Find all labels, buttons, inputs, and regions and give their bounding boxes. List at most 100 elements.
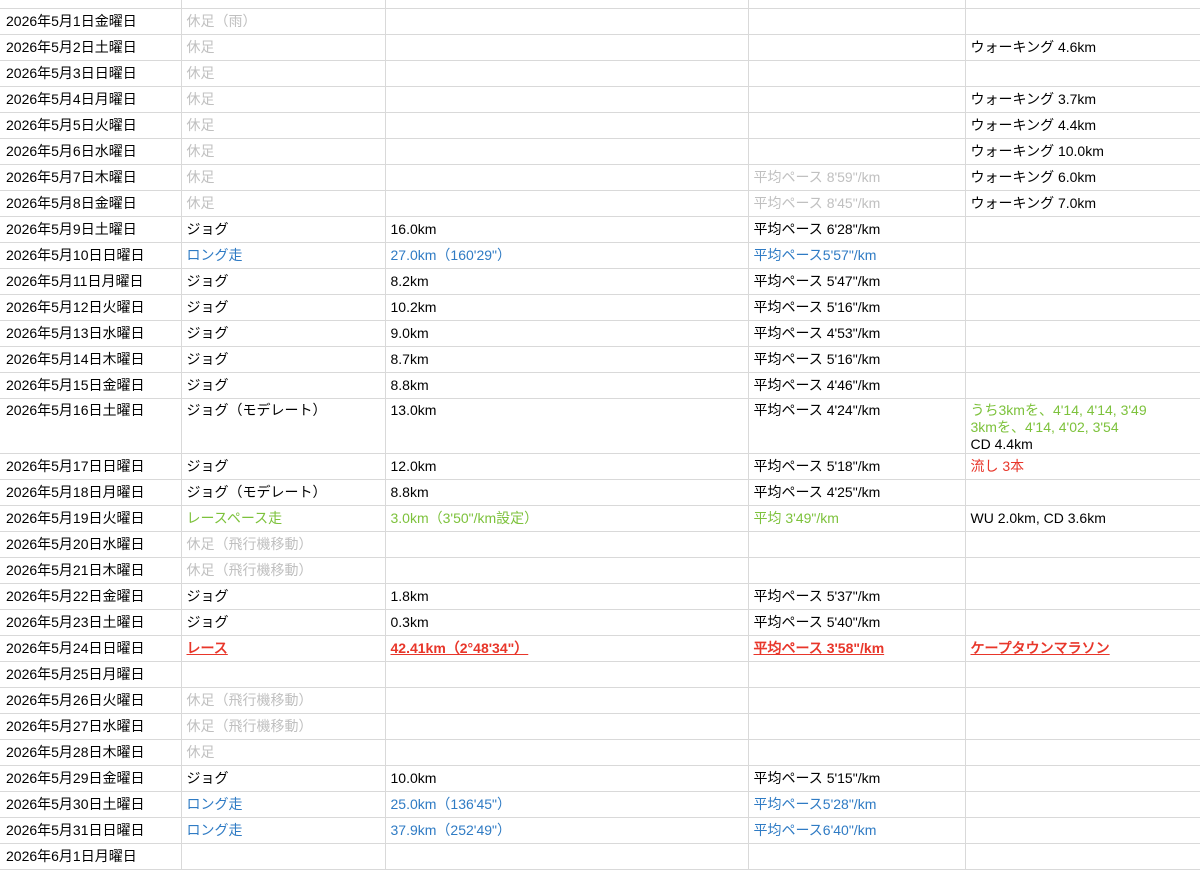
notes-cell[interactable]: 流し 3本 [965,453,1200,480]
activity-cell[interactable]: 休足 [181,60,386,87]
pace-cell[interactable]: 平均ペース6'40"/km [748,817,966,844]
pace-cell[interactable] [748,739,966,766]
activity-cell[interactable]: 休足 [181,190,386,217]
activity-cell[interactable]: ジョグ [181,346,386,373]
distance-cell[interactable]: 0.3km [385,609,749,636]
pace-cell[interactable] [748,557,966,584]
distance-cell[interactable]: 13.0km [385,398,749,454]
notes-cell[interactable] [965,479,1200,506]
activity-cell[interactable]: 休足 [181,164,386,191]
date-cell[interactable]: 2026年5月3日日曜日 [0,60,182,87]
notes-cell[interactable] [965,268,1200,295]
table-row[interactable]: 2026年5月17日日曜日 ジョグ 12.0km 平均ペース 5'18"/km 流し 3… [0,453,1200,480]
date-cell[interactable] [0,0,182,9]
notes-cell[interactable]: うち3kmを、4'14, 4'14, 3'49 3kmを、4'14, 4'02, … [965,398,1200,454]
notes-cell[interactable] [965,242,1200,269]
table-row[interactable]: 2026年5月19日火曜日 レースペース走 3.0km（3'50"/km設定） 平均 … [0,505,1200,532]
distance-cell[interactable]: 42.41km（2°48'34"） [385,635,749,662]
date-cell[interactable]: 2026年5月27日水曜日 [0,713,182,740]
date-cell[interactable]: 2026年5月1日金曜日 [0,8,182,35]
pace-cell[interactable] [748,661,966,688]
activity-cell[interactable]: 休足 [181,86,386,113]
pace-cell[interactable]: 平均ペース 4'25"/km [748,479,966,506]
date-cell[interactable]: 2026年5月8日金曜日 [0,190,182,217]
notes-cell[interactable] [965,294,1200,321]
distance-cell[interactable] [385,112,749,139]
distance-cell[interactable] [385,557,749,584]
pace-cell[interactable]: 平均ペース 5'47"/km [748,268,966,295]
pace-cell[interactable]: 平均ペース 8'59"/km [748,164,966,191]
date-cell[interactable]: 2026年5月18日月曜日 [0,479,182,506]
date-cell[interactable]: 2026年5月5日火曜日 [0,112,182,139]
date-cell[interactable]: 2026年5月26日火曜日 [0,687,182,714]
pace-cell[interactable]: 平均ペース 4'53"/km [748,320,966,347]
activity-cell[interactable] [181,0,386,9]
pace-cell[interactable]: 平均ペース 8'45"/km [748,190,966,217]
table-row[interactable]: 2026年5月29日金曜日 ジョグ 10.0km 平均ペース 5'15"/km [0,765,1200,792]
notes-cell[interactable]: ウォーキング 7.0km [965,190,1200,217]
date-cell[interactable]: 2026年5月7日木曜日 [0,164,182,191]
activity-cell[interactable]: ジョグ [181,765,386,792]
activity-cell[interactable]: 休足（飛行機移動） [181,687,386,714]
distance-cell[interactable] [385,86,749,113]
pace-cell[interactable] [748,687,966,714]
table-row[interactable]: 2026年5月25日月曜日 [0,661,1200,688]
table-row[interactable]: 2026年5月15日金曜日 ジョグ 8.8km 平均ペース 4'46"/km [0,372,1200,399]
pace-cell[interactable]: 平均ペース 5'16"/km [748,294,966,321]
activity-cell[interactable]: ジョグ [181,453,386,480]
activity-cell[interactable]: ジョグ（モデレート） [181,479,386,506]
activity-cell[interactable]: 休足 [181,739,386,766]
activity-cell[interactable]: レース [181,635,386,662]
date-cell[interactable]: 2026年5月6日水曜日 [0,138,182,165]
distance-cell[interactable]: 8.2km [385,268,749,295]
date-cell[interactable]: 2026年5月12日火曜日 [0,294,182,321]
activity-cell[interactable]: レースペース走 [181,505,386,532]
pace-cell[interactable]: 平均ペース 5'37"/km [748,583,966,610]
distance-cell[interactable]: 8.8km [385,479,749,506]
notes-cell[interactable]: ウォーキング 4.6km [965,34,1200,61]
notes-cell[interactable] [965,583,1200,610]
date-cell[interactable]: 2026年5月9日土曜日 [0,216,182,243]
table-row[interactable]: 2026年5月30日土曜日 ロング走 25.0km（136'45"） 平均ペース5'2… [0,791,1200,818]
activity-cell[interactable]: 休足 [181,112,386,139]
table-row[interactable]: 2026年5月26日火曜日 休足（飛行機移動） [0,687,1200,714]
distance-cell[interactable]: 10.0km [385,765,749,792]
table-row[interactable]: 2026年5月5日火曜日 休足 ウォーキング 4.4km [0,112,1200,139]
date-cell[interactable]: 2026年5月2日土曜日 [0,34,182,61]
table-row[interactable]: 2026年5月22日金曜日 ジョグ 1.8km 平均ペース 5'37"/km [0,583,1200,610]
notes-cell[interactable] [965,557,1200,584]
date-cell[interactable]: 2026年5月10日日曜日 [0,242,182,269]
activity-cell[interactable]: 休足（飛行機移動） [181,713,386,740]
distance-cell[interactable]: 3.0km（3'50"/km設定） [385,505,749,532]
date-cell[interactable]: 2026年5月13日水曜日 [0,320,182,347]
distance-cell[interactable]: 25.0km（136'45"） [385,791,749,818]
table-row[interactable]: 2026年5月2日土曜日 休足 ウォーキング 4.6km [0,34,1200,61]
distance-cell[interactable] [385,138,749,165]
pace-cell[interactable]: 平均ペース 6'28"/km [748,216,966,243]
distance-cell[interactable] [385,661,749,688]
distance-cell[interactable] [385,713,749,740]
notes-cell[interactable] [965,8,1200,35]
table-row[interactable]: 2026年5月4日月曜日 休足 ウォーキング 3.7km [0,86,1200,113]
notes-cell[interactable]: ウォーキング 10.0km [965,138,1200,165]
date-cell[interactable]: 2026年5月16日土曜日 [0,398,182,454]
pace-cell[interactable]: 平均 3'49"/km [748,505,966,532]
distance-cell[interactable]: 16.0km [385,216,749,243]
table-row[interactable]: 2026年5月8日金曜日 休足 平均ペース 8'45"/km ウォーキング 7.0km [0,190,1200,217]
table-row[interactable]: 2026年5月16日土曜日 ジョグ（モデレート） 13.0km 平均ペース 4'24"… [0,398,1200,454]
notes-cell[interactable] [965,320,1200,347]
notes-cell[interactable] [965,765,1200,792]
date-cell[interactable]: 2026年5月31日日曜日 [0,817,182,844]
distance-cell[interactable]: 37.9km（252'49"） [385,817,749,844]
activity-cell[interactable]: 休足 [181,34,386,61]
activity-cell[interactable]: 休足（飛行機移動） [181,557,386,584]
table-row[interactable]: 2026年5月18日月曜日 ジョグ（モデレート） 8.8km 平均ペース 4'25"/… [0,479,1200,506]
distance-cell[interactable]: 8.8km [385,372,749,399]
distance-cell[interactable]: 9.0km [385,320,749,347]
table-row[interactable]: 2026年5月21日木曜日 休足（飛行機移動） [0,557,1200,584]
distance-cell[interactable] [385,0,749,9]
notes-cell[interactable]: ケープタウンマラソン [965,635,1200,662]
notes-cell[interactable] [965,346,1200,373]
activity-cell[interactable]: 休足（雨） [181,8,386,35]
pace-cell[interactable]: 平均ペース 4'46"/km [748,372,966,399]
